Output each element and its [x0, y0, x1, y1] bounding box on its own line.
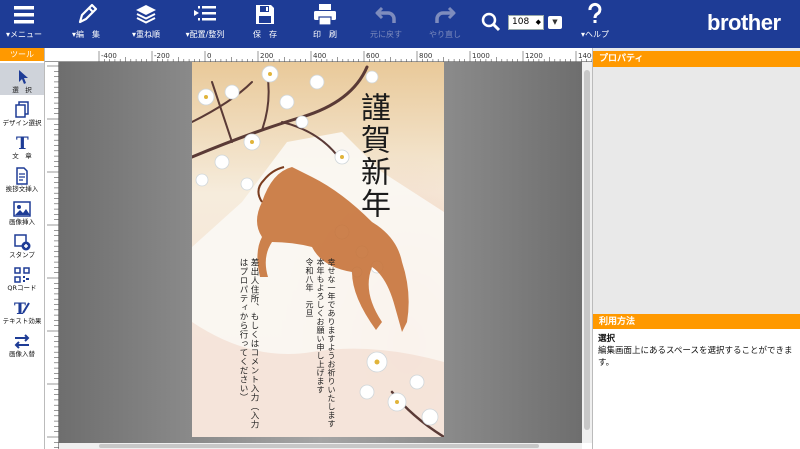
help-button[interactable]: ▾ヘルプ — [577, 0, 613, 48]
greeting-title: 謹賀新年 — [355, 92, 390, 220]
tool-qr-code-label: QRコード — [7, 284, 37, 292]
tool-select-label: 選 択 — [12, 86, 32, 94]
arrange-button[interactable]: ▾配置/整列 — [184, 0, 226, 48]
redo-button[interactable]: やり直し — [427, 0, 463, 48]
menu-label: メニュー — [10, 30, 43, 39]
brand-logo: brother — [707, 10, 781, 35]
tool-select[interactable]: 選 択 — [0, 63, 44, 95]
greeting-document-icon — [16, 167, 28, 185]
usage-text: 編集画面上にあるスペースを選択することができます。 — [598, 346, 793, 368]
usage-header: 利用方法 — [593, 314, 800, 330]
print-label: 印 刷 — [313, 30, 337, 39]
undo-icon — [375, 6, 396, 23]
redo-label: やり直し — [429, 30, 461, 39]
zoom-level-value: 108 — [512, 17, 530, 27]
stamp-icon — [14, 234, 31, 251]
layers-icon — [136, 5, 156, 24]
print-button[interactable]: 印 刷 — [309, 0, 341, 48]
tool-text[interactable]: T 文 章 — [0, 129, 44, 161]
tool-image-insert-label: 画像挿入 — [9, 218, 35, 226]
app-window: ▾メニュー ▾編 集 ▾重ね順 ▾配置/整列 保 存 印 刷 元に戻す やり直し… — [0, 0, 800, 449]
tool-image-insert[interactable]: 画像挿入 — [0, 195, 44, 227]
horizontal-scroll-thumb[interactable] — [99, 444, 539, 448]
zoom-stepper-icon[interactable]: ◆ — [536, 16, 541, 29]
top-toolbar: ▾メニュー ▾編 集 ▾重ね順 ▾配置/整列 保 存 印 刷 元に戻す やり直し… — [0, 0, 800, 48]
ruler-label: -200 — [154, 52, 170, 60]
qr-code-icon — [14, 267, 30, 283]
text-t-icon: T — [16, 134, 29, 152]
tool-text-effect-label: テキスト効果 — [2, 317, 42, 325]
zoom-dropdown-button[interactable]: ▼ — [548, 16, 562, 29]
vertical-ruler-scale — [47, 65, 59, 448]
magnifier-icon — [481, 12, 501, 32]
tool-palette-header: ツール — [0, 48, 44, 61]
edit-button[interactable]: ▾編 集 — [68, 0, 104, 48]
layer-order-label: 重ね順 — [136, 30, 160, 39]
ruler-label: 400 — [313, 52, 326, 60]
ruler-label: 1400 — [578, 52, 592, 60]
tool-palette: ツール 選 択 デザイン選択 T 文 章 挨拶文挿入 画像挿入 スタンプ QRコ… — [0, 48, 45, 449]
undo-label: 元に戻す — [370, 30, 402, 39]
tool-greeting-insert-label: 挨拶文挿入 — [5, 185, 39, 193]
tool-image-swap-label: 画像入替 — [9, 350, 35, 358]
svg-text:T: T — [14, 299, 26, 317]
horizontal-scrollbar[interactable] — [59, 443, 582, 449]
right-panel: プロパティ 利用方法 選択 編集画面上にあるスペースを選択することができます。 — [592, 48, 800, 449]
tool-design-select-label: デザイン選択 — [2, 119, 42, 127]
edit-label: 編 集 — [76, 30, 100, 39]
properties-header: プロパティ — [593, 51, 800, 67]
save-button[interactable]: 保 存 — [250, 0, 280, 48]
greeting-message: 幸せな一年でありますようお祈りいたします 本年もよろしくお願い申し上げます 令和… — [305, 258, 336, 428]
ruler-label: 0 — [207, 52, 211, 60]
usage-body: 選択 編集画面上にあるスペースを選択することができます。 — [593, 329, 800, 449]
question-icon — [588, 2, 602, 23]
cursor-arrow-icon — [19, 70, 28, 84]
horizontal-ruler: -400 -200 0 200 400 600 800 1000 1200 1400 — [45, 48, 596, 63]
menu-button[interactable]: ▾メニュー — [6, 0, 42, 48]
tool-stamp-label: スタンプ — [9, 251, 35, 259]
sender-instruction-text: 差出人住所、もしくはコメント入力（入力 はプロパティから行ってください） — [238, 258, 259, 429]
svg-text:T: T — [16, 134, 29, 152]
tool-stamp[interactable]: スタンプ — [0, 228, 44, 260]
postcard-design[interactable]: 謹賀新年 幸せな一年でありますようお祈りいたします 本年もよろしくお願い申し上げ… — [192, 62, 444, 437]
pencil-icon — [78, 3, 98, 24]
align-icon — [194, 6, 216, 21]
arrange-label: 配置/整列 — [189, 30, 225, 39]
hamburger-icon — [14, 6, 34, 24]
tool-text-label: 文 章 — [12, 152, 32, 160]
redo-icon — [435, 6, 456, 23]
usage-subtitle: 選択 — [598, 334, 616, 344]
ruler-label: 1000 — [472, 52, 490, 60]
tool-image-swap[interactable]: 画像入替 — [0, 327, 44, 359]
save-label: 保 存 — [253, 30, 277, 39]
image-icon — [13, 201, 31, 217]
tool-qr-code[interactable]: QRコード — [0, 261, 44, 293]
ruler-label: 200 — [260, 52, 273, 60]
ruler-label: 1200 — [525, 52, 543, 60]
ruler-label: -400 — [101, 52, 117, 60]
zoom-level-input[interactable]: 108 ◆ — [508, 15, 544, 30]
floppy-disk-icon — [256, 5, 274, 24]
chevron-down-icon: ▼ — [552, 18, 558, 26]
tool-design-select[interactable]: デザイン選択 — [0, 96, 44, 128]
ruler-label: 800 — [419, 52, 432, 60]
zoom-button[interactable] — [480, 10, 502, 36]
tool-text-effect[interactable]: T テキスト効果 — [0, 294, 44, 326]
text-effect-icon: T — [14, 299, 30, 317]
ruler-label: 600 — [366, 52, 379, 60]
vertical-scroll-thumb[interactable] — [584, 70, 590, 430]
layer-order-button[interactable]: ▾重ね順 — [126, 0, 166, 48]
vertical-scrollbar[interactable] — [582, 62, 592, 443]
undo-button[interactable]: 元に戻す — [368, 0, 404, 48]
horizontal-ruler-scale: -400 -200 0 200 400 600 800 1000 1200 1400 — [98, 51, 596, 63]
help-label: ヘルプ — [585, 30, 609, 39]
tool-greeting-insert[interactable]: 挨拶文挿入 — [0, 162, 44, 194]
documents-icon — [15, 101, 29, 118]
vertical-ruler — [45, 62, 59, 449]
swap-arrows-icon — [14, 334, 30, 349]
printer-icon — [314, 4, 336, 26]
